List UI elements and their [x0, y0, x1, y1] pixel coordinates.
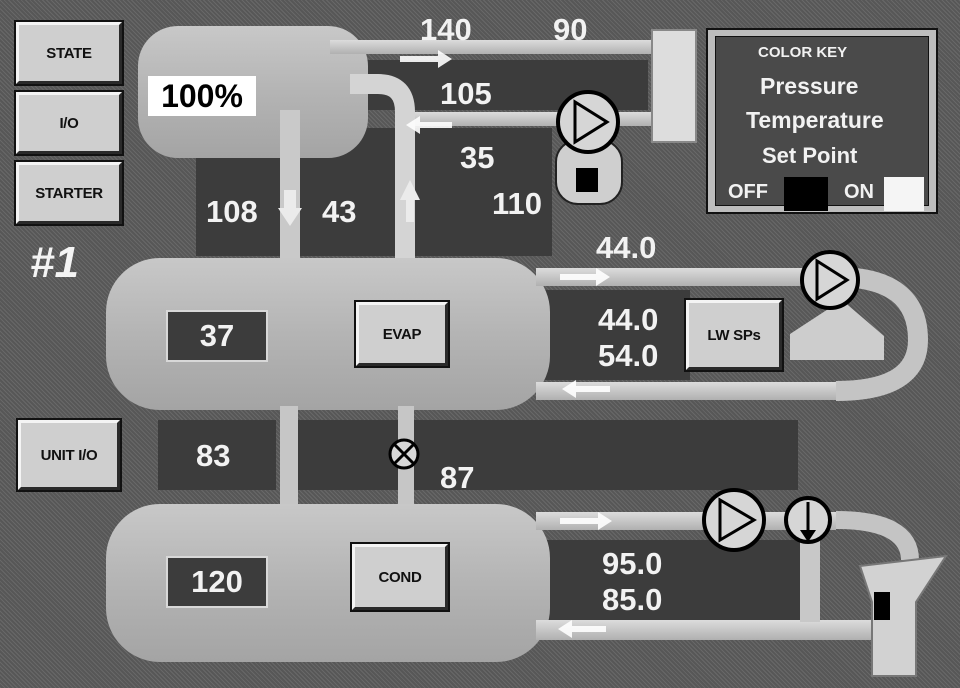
cond-loop-curve: [835, 511, 919, 561]
pump-icon[interactable]: [702, 488, 766, 552]
reading-35: 35: [460, 140, 495, 175]
cond-pressure-box: 120: [166, 556, 268, 608]
io-button[interactable]: I/O: [16, 92, 122, 154]
color-key-title: COLOR KEY: [758, 44, 848, 61]
pump-icon[interactable]: [800, 250, 860, 310]
color-key-on-swatch: [884, 177, 924, 211]
color-key-pressure: Pressure: [760, 73, 859, 99]
unit-io-button[interactable]: UNIT I/O: [18, 420, 120, 490]
reading-110: 110: [492, 186, 543, 221]
pipe-liquid-line: [280, 406, 298, 514]
reading-87: 87: [440, 460, 475, 495]
evap-pressure-box: 37: [166, 310, 268, 362]
reading-90: 90: [553, 12, 588, 47]
lw-sps-button[interactable]: LW SPs: [686, 300, 782, 370]
cooling-tower-indicator: [874, 592, 890, 620]
dark-panel-cond-right: [538, 540, 820, 620]
evap-button[interactable]: EVAP: [356, 302, 448, 366]
starter-button[interactable]: STARTER: [16, 162, 122, 224]
pump-icon[interactable]: [556, 90, 620, 154]
expansion-box: [651, 29, 697, 143]
compressor-load: 100%: [148, 76, 256, 116]
dark-panel-center: [298, 420, 798, 490]
cond-leaving-temp: 95.0: [602, 546, 663, 581]
color-key-on-label: ON: [844, 181, 874, 203]
cond-entering-temp: 85.0: [602, 582, 663, 617]
color-key-temperature: Temperature: [746, 107, 884, 133]
valve-icon[interactable]: [388, 438, 420, 470]
reading-83: 83: [196, 438, 231, 473]
color-key-panel: COLOR KEY Pressure Temperature Set Point…: [706, 28, 938, 214]
color-key-inner: COLOR KEY Pressure Temperature Set Point…: [715, 36, 929, 211]
color-key-setpoint: Set Point: [762, 143, 858, 168]
color-key-off-label: OFF: [728, 181, 768, 203]
flow-switch-icon[interactable]: [784, 496, 832, 544]
reading-105: 105: [440, 76, 492, 111]
evap-leaving-temp: 44.0: [596, 230, 657, 265]
evap-leaving-setpoint: 44.0: [598, 302, 659, 337]
state-button[interactable]: STATE: [16, 22, 122, 84]
pipe-top: [330, 40, 656, 54]
reading-140: 140: [420, 12, 472, 47]
chiller-panel: STATE I/O STARTER UNIT I/O #1 100% 140 9…: [0, 0, 960, 688]
reading-108: 108: [206, 194, 258, 229]
cooling-tower: [858, 554, 949, 677]
color-key-off-swatch: [784, 177, 828, 211]
oil-pump-indicator: [576, 168, 598, 192]
evap-entering-setpoint: 54.0: [598, 338, 659, 373]
reading-43: 43: [322, 194, 357, 229]
unit-number-label: #1: [30, 238, 79, 287]
cond-button[interactable]: COND: [352, 544, 448, 610]
